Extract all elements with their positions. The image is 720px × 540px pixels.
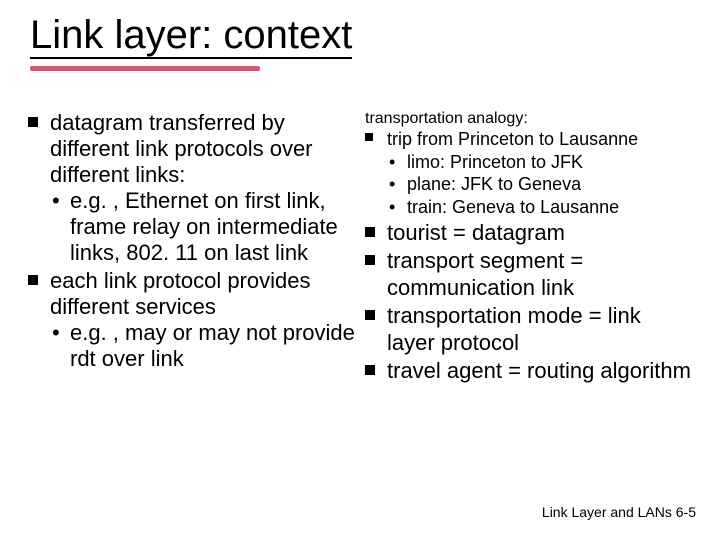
bullet-text: travel agent = routing algorithm	[387, 358, 691, 383]
left-column: datagram transferred by different link p…	[28, 110, 355, 386]
slide: Link layer: context datagram transferred…	[0, 0, 720, 540]
bullet-text: each link protocol provides different se…	[50, 268, 310, 319]
bullet-text: train: Geneva to Lausanne	[407, 197, 619, 217]
left-bullet-list: datagram transferred by different link p…	[28, 110, 355, 372]
bullet-text: limo: Princeton to JFK	[407, 152, 583, 172]
list-item: plane: JFK to Geneva	[387, 173, 692, 196]
sub-list: e.g. , Ethernet on first link, frame rel…	[50, 188, 355, 266]
bullet-text: plane: JFK to Geneva	[407, 174, 581, 194]
slide-title: Link layer: context	[30, 14, 352, 59]
slide-footer: Link Layer and LANs 6-5	[542, 504, 696, 520]
list-item: transportation mode = link layer protoco…	[365, 303, 692, 356]
bullet-text: transportation mode = link layer protoco…	[387, 303, 641, 354]
list-item: transport segment = communication link	[365, 248, 692, 301]
bullet-text: trip from Princeton to Lausanne	[387, 129, 638, 149]
title-block: Link layer: context	[30, 14, 352, 59]
bullet-text: e.g. , may or may not provide rdt over l…	[70, 320, 355, 371]
analogy-heading: transportation analogy:	[365, 110, 692, 128]
analogy-list: tourist = datagram transport segment = c…	[365, 220, 692, 384]
list-item: travel agent = routing algorithm	[365, 358, 692, 384]
list-item: tourist = datagram	[365, 220, 692, 246]
list-item: each link protocol provides different se…	[28, 268, 355, 372]
title-underline-accent	[30, 66, 260, 71]
trip-list: trip from Princeton to Lausanne limo: Pr…	[365, 128, 692, 218]
content-columns: datagram transferred by different link p…	[28, 110, 692, 386]
right-column: transportation analogy: trip from Prince…	[365, 110, 692, 386]
list-item: e.g. , Ethernet on first link, frame rel…	[50, 188, 355, 266]
trip-sub-list: limo: Princeton to JFK plane: JFK to Gen…	[387, 151, 692, 219]
list-item: e.g. , may or may not provide rdt over l…	[50, 320, 355, 372]
list-item: train: Geneva to Lausanne	[387, 196, 692, 219]
list-item: datagram transferred by different link p…	[28, 110, 355, 266]
list-item: trip from Princeton to Lausanne limo: Pr…	[365, 128, 692, 218]
sub-list: e.g. , may or may not provide rdt over l…	[50, 320, 355, 372]
bullet-text: transport segment = communication link	[387, 248, 583, 299]
list-item: limo: Princeton to JFK	[387, 151, 692, 174]
bullet-text: e.g. , Ethernet on first link, frame rel…	[70, 188, 338, 265]
bullet-text: tourist = datagram	[387, 220, 565, 245]
bullet-text: datagram transferred by different link p…	[50, 110, 313, 187]
